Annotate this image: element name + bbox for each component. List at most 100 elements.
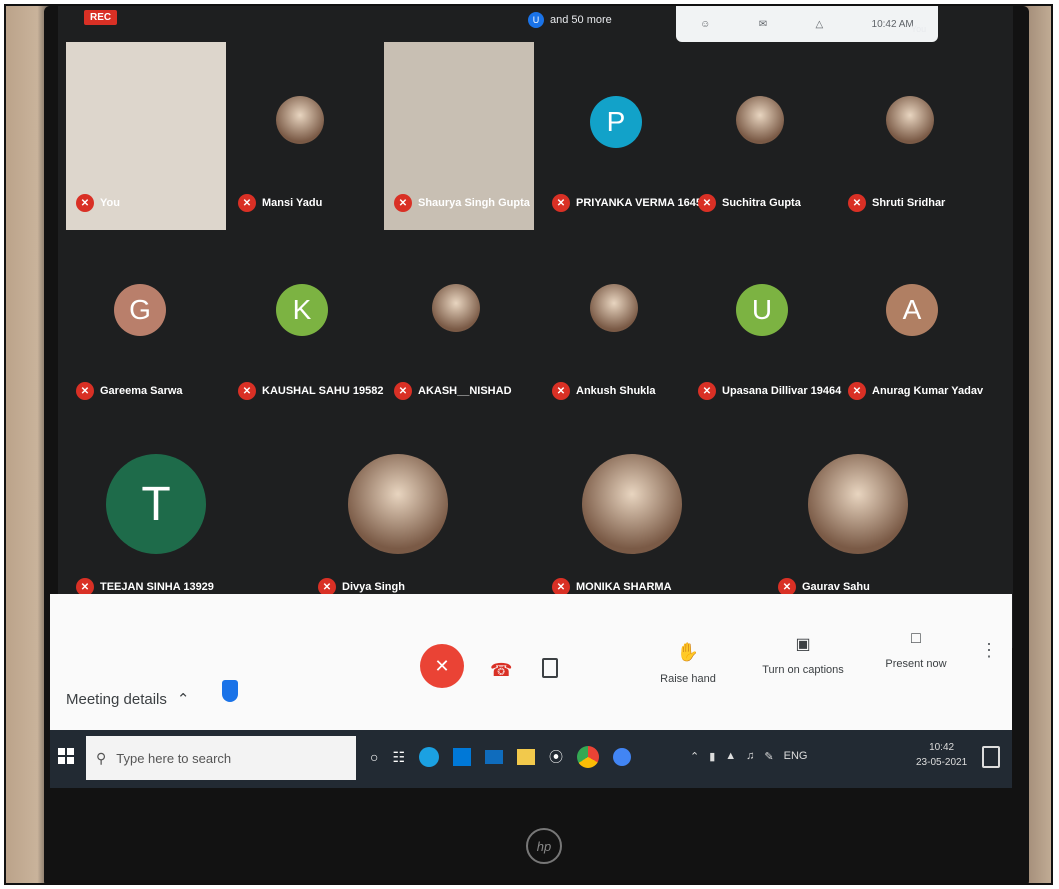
participant-name-row: ✕ AKASH__NISHAD (394, 382, 512, 400)
avatar-photo (348, 454, 448, 554)
participant-tile[interactable]: U ✕ Upasana Dillivar 19464 (688, 234, 841, 414)
chevron-up-tray-icon[interactable]: ⌃ (690, 750, 699, 763)
participant-tile[interactable]: ✕ You (66, 42, 226, 230)
participant-name: Divya Singh (342, 581, 405, 593)
participant-tile[interactable]: ✕ Gaurav Sahu (768, 426, 918, 606)
captions-button[interactable]: ▣ Turn on captions (758, 634, 848, 676)
muted-mic-icon: ✕ (76, 382, 94, 400)
participant-name-row: ✕ Mansi Yadu (238, 194, 322, 212)
clock-date: 23-05-2021 (916, 757, 968, 768)
present-button[interactable]: □ Present now (876, 630, 956, 670)
participant-name: Gaurav Sahu (802, 581, 870, 593)
participant-tile[interactable]: P ✕ PRIYANKA VERMA 16459 (542, 46, 708, 226)
participant-tile[interactable]: ✕ Divya Singh (308, 426, 458, 606)
file-explorer-icon[interactable] (517, 749, 536, 765)
captions-label: Turn on captions (762, 664, 844, 676)
captions-icon: ▣ (795, 636, 811, 653)
muted-mic-icon: ✕ (238, 382, 256, 400)
muted-mic-icon: ✕ (698, 194, 716, 212)
windows-start-icon[interactable] (58, 748, 74, 764)
participant-tile[interactable]: K ✕ KAUSHAL SAHU 19582 (228, 234, 383, 414)
taskbar-clock[interactable]: 10:42 23-05-2021 (916, 740, 967, 770)
participant-tile[interactable]: ✕ Mansi Yadu (228, 46, 378, 226)
shield-icon[interactable] (222, 680, 238, 702)
hand-icon: ✋ (676, 642, 700, 662)
top-toolbar: ☺ ✉ △ 10:42 AM (676, 6, 938, 42)
edge-icon[interactable] (419, 747, 440, 767)
muted-mic-icon: ✕ (394, 382, 412, 400)
chat-icon[interactable]: ✉ (759, 19, 767, 30)
chevron-up-icon: ⌃ (176, 691, 190, 708)
search-icon: ⚲ (96, 749, 107, 766)
participant-tile[interactable]: A ✕ Anurag Kumar Yadav (838, 234, 988, 414)
store-icon[interactable] (453, 748, 472, 766)
more-participants-chip[interactable]: U and 50 more (528, 12, 612, 28)
participant-name: Gareema Sarwa (100, 385, 183, 397)
participant-name: Shaurya Singh Gupta (418, 197, 530, 209)
participant-tile[interactable]: ✕ AKASH__NISHAD (384, 234, 534, 414)
participant-tile[interactable]: G ✕ Gareema Sarwa (66, 234, 216, 414)
avatar-photo (590, 284, 638, 332)
avatar-letter: P (590, 96, 642, 148)
muted-mic-icon: ✕ (394, 194, 412, 212)
end-call-icon[interactable]: ☎ (490, 660, 512, 681)
more-participants-label: and 50 more (550, 14, 612, 26)
participant-name-row: ✕ Gareema Sarwa (76, 382, 183, 400)
participant-name: You (100, 197, 120, 209)
muted-mic-icon: ✕ (848, 194, 866, 212)
mail-icon[interactable] (485, 750, 504, 764)
chrome-icon[interactable] (577, 746, 600, 768)
pen-icon[interactable]: ✎ (764, 750, 773, 763)
avatar-photo (432, 284, 480, 332)
activities-icon[interactable]: △ (815, 19, 823, 30)
language-label[interactable]: ENG (784, 750, 808, 763)
notification-icon[interactable] (982, 746, 1000, 768)
avatar-letter: A (886, 284, 938, 336)
network-icon[interactable]: ▲ (725, 750, 736, 763)
task-view-icon[interactable]: ☷ (392, 749, 405, 766)
participant-name-row: ✕ Upasana Dillivar 19464 (698, 382, 841, 400)
participant-name: AKASH__NISHAD (418, 385, 512, 397)
camera-icon[interactable] (542, 658, 558, 678)
muted-mic-icon: ✕ (552, 382, 570, 400)
meeting-details-button[interactable]: Meeting details ⌃ (66, 690, 190, 709)
rec-badge: REC (84, 10, 118, 25)
hp-logo: hp (526, 828, 562, 864)
cortana-icon[interactable]: ○ (370, 749, 378, 765)
power-automate-icon[interactable]: ⦿ (549, 747, 563, 767)
muted-mic-icon: ✕ (76, 194, 94, 212)
participant-tile[interactable]: ✕ Shaurya Singh Gupta (384, 42, 534, 230)
volume-icon[interactable]: ♫ (746, 750, 754, 763)
participant-tile[interactable]: ✕ Shruti Sridhar (838, 46, 988, 226)
participant-name-row: ✕ You (76, 194, 120, 212)
present-label: Present now (885, 658, 947, 670)
more-options-icon[interactable]: ⋮ (980, 640, 998, 661)
meet-screen: REC U and 50 more ☺ ✉ △ 10:42 AM You ✕ Yo… (58, 6, 1013, 648)
windows-taskbar: ⚲ Type here to search ○ ☷ ⦿ ⌃ ▮ ▲ ♫ ✎ EN… (50, 730, 1012, 788)
participant-name: Shruti Sridhar (872, 197, 946, 209)
participant-tile[interactable]: ✕ Suchitra Gupta (688, 46, 838, 226)
avatar-photo (736, 96, 784, 144)
clock-time: 10:42 (929, 742, 955, 753)
taskbar-search[interactable]: ⚲ Type here to search (86, 736, 356, 780)
muted-mic-icon: ✕ (238, 194, 256, 212)
participant-tile[interactable]: ✕ Ankush Shukla (542, 234, 692, 414)
mic-off-button[interactable]: ✕ (420, 644, 464, 688)
people-icon[interactable]: ☺ (700, 19, 710, 30)
avatar-photo (808, 454, 908, 554)
avatar-letter: K (276, 284, 328, 336)
search-placeholder: Type here to search (116, 750, 232, 766)
raise-hand-label: Raise hand (660, 673, 716, 685)
raise-hand-button[interactable]: ✋ Raise hand (658, 642, 718, 685)
participant-name: Upasana Dillivar 19464 (722, 385, 842, 397)
participant-tile[interactable]: T ✕ TEEJAN SINHA 13929 (66, 426, 216, 606)
participant-tile[interactable]: ✕ MONIKA SHARMA (542, 426, 692, 606)
participant-name-row: ✕ Ankush Shukla (552, 382, 655, 400)
muted-mic-icon: ✕ (698, 382, 716, 400)
photo-frame: REC U and 50 more ☺ ✉ △ 10:42 AM You ✕ Yo… (4, 4, 1053, 885)
mic-off-icon: ✕ (434, 655, 450, 676)
participant-name: Mansi Yadu (262, 197, 323, 209)
meet-app-icon[interactable] (613, 748, 632, 766)
battery-icon[interactable]: ▮ (709, 750, 715, 763)
participant-name-row: ✕ Anurag Kumar Yadav (848, 382, 983, 400)
